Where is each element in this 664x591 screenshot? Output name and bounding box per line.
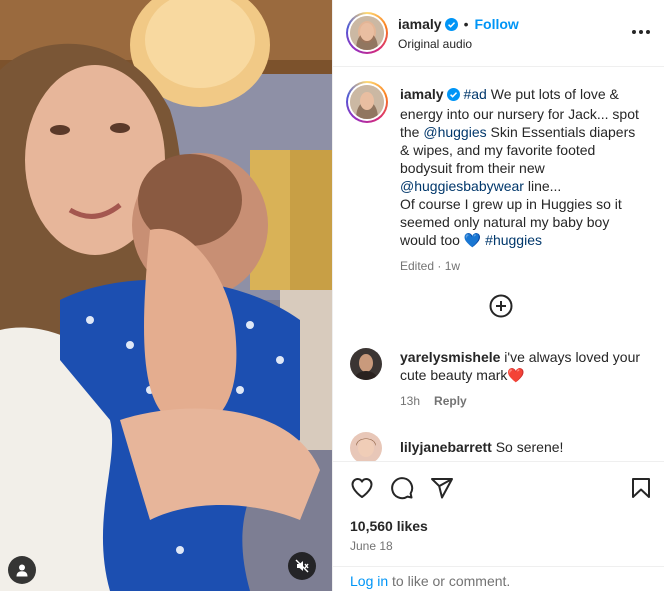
heart-icon <box>351 478 373 498</box>
header-title-row: iamaly • Follow <box>398 16 519 36</box>
comment-body: lilyjanebarrett So serene! <box>400 438 650 456</box>
user-tag-button[interactable] <box>8 556 36 584</box>
post-date[interactable]: June 18 <box>350 539 393 553</box>
comment-body: yarelysmishele i've always loved your cu… <box>400 348 650 410</box>
comment-text: So serene! <box>495 439 564 455</box>
commenter-username[interactable]: yarelysmishele <box>400 349 500 365</box>
commenter-avatar[interactable] <box>350 432 382 461</box>
more-options-button[interactable] <box>629 22 653 42</box>
share-button[interactable] <box>430 476 454 500</box>
comment-meta: 13h Reply <box>400 392 650 410</box>
like-button[interactable] <box>350 476 374 500</box>
post-header: iamaly • Follow Original audio <box>333 0 664 67</box>
author-username[interactable]: iamaly <box>398 16 442 32</box>
red-heart-emoji: ❤️ <box>507 367 525 383</box>
load-more-comments-button[interactable] <box>489 294 513 318</box>
verified-badge-icon <box>444 18 458 36</box>
save-icon <box>632 478 650 498</box>
caption-meta: Edited · 1w <box>400 257 642 275</box>
mute-toggle-button[interactable] <box>288 552 316 580</box>
post-video-frame <box>0 0 332 591</box>
comment-icon <box>391 477 414 500</box>
comment-button[interactable] <box>390 476 414 500</box>
user-tag-icon <box>16 564 28 577</box>
mention-link-huggies[interactable]: @huggies <box>423 124 486 140</box>
follow-button[interactable]: Follow <box>475 16 519 32</box>
hashtag-link-huggies[interactable]: #huggies <box>485 232 542 248</box>
blue-heart-emoji: 💙 <box>463 232 482 248</box>
save-button[interactable] <box>629 476 653 500</box>
audio-label[interactable]: Original audio <box>398 37 472 51</box>
post-caption: iamaly #ad We put lots of love & energy … <box>400 85 642 275</box>
post-details-panel: iamaly • Follow Original audio iamaly #ad … <box>332 0 664 591</box>
verified-badge-icon <box>446 87 460 105</box>
reply-button[interactable]: Reply <box>434 394 467 408</box>
login-prompt: Log in to like or comment. <box>333 566 664 591</box>
muted-audio-icon <box>295 559 309 573</box>
caption-username[interactable]: iamaly <box>400 86 444 102</box>
author-avatar[interactable] <box>346 12 388 54</box>
post-age[interactable]: 1w <box>445 259 460 273</box>
comments-scroll-area[interactable]: iamaly #ad We put lots of love & energy … <box>333 68 664 461</box>
comment-time[interactable]: 13h <box>400 394 420 408</box>
commenter-username[interactable]: lilyjanebarrett <box>400 439 492 455</box>
hashtag-link-ad[interactable]: #ad <box>463 86 486 102</box>
more-options-icon <box>632 30 636 34</box>
meta-separator: · <box>434 259 445 273</box>
header-separator: • <box>463 16 469 32</box>
login-link[interactable]: Log in <box>350 573 388 589</box>
post-actions: 10,560 likes June 18 <box>333 461 664 556</box>
likes-count[interactable]: 10,560 likes <box>350 518 428 534</box>
mention-link-huggiesbabywear[interactable]: @huggiesbabywear <box>400 178 524 194</box>
commenter-avatar[interactable] <box>350 348 382 380</box>
edited-label: Edited <box>400 259 435 273</box>
add-comment-icon <box>489 294 513 318</box>
caption-author-avatar[interactable] <box>346 81 388 123</box>
share-icon <box>431 478 453 499</box>
caption-text-3: line... <box>523 178 562 194</box>
post-media[interactable] <box>0 0 332 591</box>
login-suffix-text: to like or comment. <box>388 573 511 589</box>
